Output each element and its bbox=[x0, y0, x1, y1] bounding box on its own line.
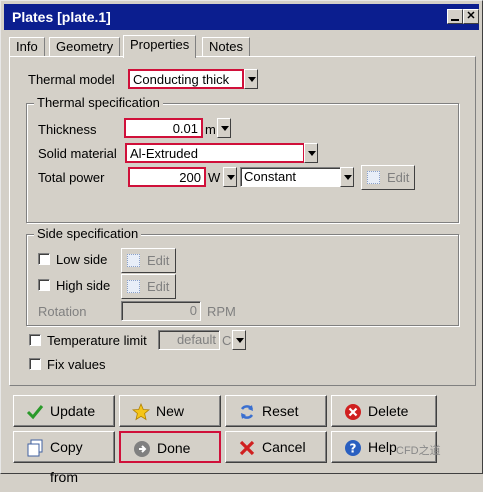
solid-material-label: Solid material bbox=[38, 146, 117, 161]
rotation-label: Rotation bbox=[38, 304, 87, 319]
window-title: Plates [plate.1] bbox=[12, 9, 111, 25]
temperature-limit-unit: C bbox=[222, 333, 232, 348]
thickness-unit: m bbox=[205, 122, 216, 137]
copy-icon bbox=[27, 439, 43, 457]
rotation-input[interactable]: 0 bbox=[121, 301, 201, 321]
thickness-unit-dropdown-icon[interactable] bbox=[217, 118, 231, 138]
solid-material-select[interactable]: Al-Extruded bbox=[125, 143, 305, 163]
total-power-label: Total power bbox=[38, 170, 105, 185]
thermal-model-dropdown-icon[interactable] bbox=[244, 69, 258, 89]
fix-values-label: Fix values bbox=[47, 357, 106, 372]
close-button[interactable]: ✕ bbox=[463, 9, 479, 24]
watermark-text: CFD之道 bbox=[396, 445, 441, 457]
thickness-label: Thickness bbox=[38, 122, 97, 137]
solid-material-dropdown-icon[interactable] bbox=[304, 143, 318, 163]
done-button[interactable]: Done bbox=[119, 431, 221, 463]
total-power-mode-select[interactable]: Constant bbox=[240, 167, 342, 187]
star-icon bbox=[132, 403, 150, 421]
help-icon: ? bbox=[345, 440, 361, 456]
temperature-limit-checkbox[interactable] bbox=[29, 334, 41, 346]
done-icon bbox=[134, 441, 150, 457]
thermal-model-select[interactable]: Conducting thick bbox=[128, 69, 244, 89]
reset-button[interactable]: Reset bbox=[225, 395, 327, 427]
edit-icon bbox=[127, 254, 140, 267]
low-side-label: Low side bbox=[56, 252, 108, 267]
copy-from-button[interactable]: Copy from bbox=[13, 431, 115, 485]
high-side-edit-button[interactable]: Edit bbox=[121, 274, 176, 299]
total-power-mode-dropdown-icon[interactable] bbox=[340, 167, 354, 187]
high-side-label: High side bbox=[56, 278, 111, 293]
tab-notes[interactable]: Notes bbox=[202, 37, 250, 57]
cancel-button[interactable]: Cancel bbox=[225, 431, 327, 463]
edit-icon bbox=[127, 280, 140, 293]
cancel-icon bbox=[239, 440, 255, 456]
delete-button[interactable]: Delete bbox=[331, 395, 437, 427]
thickness-input[interactable]: 0.01 bbox=[124, 118, 203, 138]
thermal-spec-title: Thermal specification bbox=[34, 95, 163, 110]
side-spec-title: Side specification bbox=[34, 226, 142, 241]
rotation-unit: RPM bbox=[207, 304, 236, 319]
checkmark-icon bbox=[26, 405, 44, 420]
temperature-limit-input[interactable]: default bbox=[158, 330, 220, 350]
dialog-window: Plates [plate.1] ✕ Info Geometry Propert… bbox=[0, 0, 483, 485]
low-side-edit-button[interactable]: Edit bbox=[121, 248, 176, 273]
low-side-checkbox[interactable] bbox=[38, 253, 50, 265]
minimize-button[interactable] bbox=[447, 9, 463, 24]
refresh-icon bbox=[240, 405, 254, 419]
title-bar[interactable]: Plates [plate.1] ✕ bbox=[4, 4, 479, 30]
svg-text:?: ? bbox=[350, 442, 357, 456]
total-power-input[interactable]: 200 bbox=[128, 167, 206, 187]
delete-icon bbox=[345, 404, 361, 420]
thermal-model-label: Thermal model bbox=[28, 72, 115, 87]
tab-info[interactable]: Info bbox=[9, 37, 45, 57]
update-button[interactable]: Update bbox=[13, 395, 115, 427]
temperature-limit-label: Temperature limit bbox=[47, 333, 147, 348]
high-side-checkbox[interactable] bbox=[38, 279, 50, 291]
edit-icon bbox=[367, 171, 380, 184]
total-power-edit-button[interactable]: Edit bbox=[361, 165, 415, 190]
tab-properties[interactable]: Properties bbox=[123, 35, 197, 58]
thermal-spec-group bbox=[26, 103, 459, 223]
temperature-unit-dropdown-icon[interactable] bbox=[232, 330, 246, 350]
tab-geometry[interactable]: Geometry bbox=[49, 37, 121, 57]
fix-values-checkbox[interactable] bbox=[29, 358, 41, 370]
total-power-unit: W bbox=[208, 170, 221, 185]
new-button[interactable]: New bbox=[119, 395, 221, 427]
total-power-unit-dropdown-icon[interactable] bbox=[223, 167, 237, 187]
